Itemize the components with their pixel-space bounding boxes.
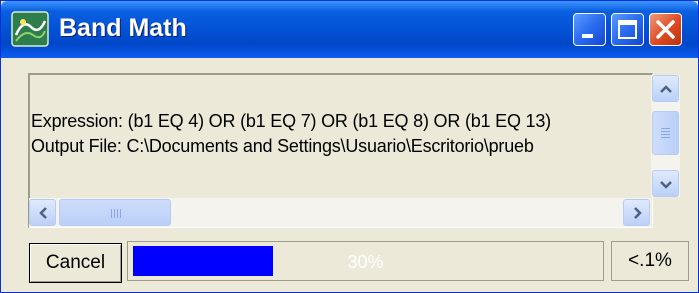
maximize-icon (618, 20, 637, 39)
scroll-up-button[interactable] (652, 75, 679, 102)
band-math-window: Band Math Expression: (b1 EQ 4) OR (b1 E… (0, 0, 699, 293)
horizontal-scroll-thumb[interactable] (59, 199, 171, 226)
scroll-left-button[interactable] (29, 199, 56, 226)
window-title: Band Math (59, 14, 187, 42)
band-math-app-icon (11, 11, 49, 47)
expression-text: Expression: (b1 EQ 4) OR (b1 EQ 7) OR (b… (31, 111, 551, 131)
close-button[interactable] (649, 13, 682, 46)
vertical-scrollbar[interactable] (651, 75, 680, 197)
status-percent-field: <.1% (611, 241, 689, 281)
scroll-left-arrow-icon (39, 207, 47, 219)
scroll-right-button[interactable] (623, 199, 650, 226)
minimize-button[interactable] (573, 13, 606, 46)
scroll-up-arrow-icon (660, 85, 672, 93)
info-text-viewport: Expression: (b1 EQ 4) OR (b1 EQ 7) OR (b… (28, 73, 651, 198)
horizontal-scrollbar[interactable] (29, 198, 651, 227)
minimize-icon (582, 34, 593, 38)
output-file-text: Output File: C:\Documents and Settings\U… (31, 136, 534, 156)
close-icon (656, 20, 675, 39)
scroll-right-arrow-icon (634, 207, 642, 219)
vertical-scroll-thumb[interactable] (652, 111, 679, 155)
title-bar[interactable]: Band Math (1, 1, 698, 58)
progress-bar: 30% (127, 241, 604, 281)
cancel-button[interactable]: Cancel (29, 243, 122, 283)
scroll-down-arrow-icon (660, 181, 672, 189)
scroll-down-button[interactable] (652, 170, 679, 197)
progress-percent-label: 30% (347, 252, 384, 272)
maximize-button[interactable] (611, 13, 644, 46)
